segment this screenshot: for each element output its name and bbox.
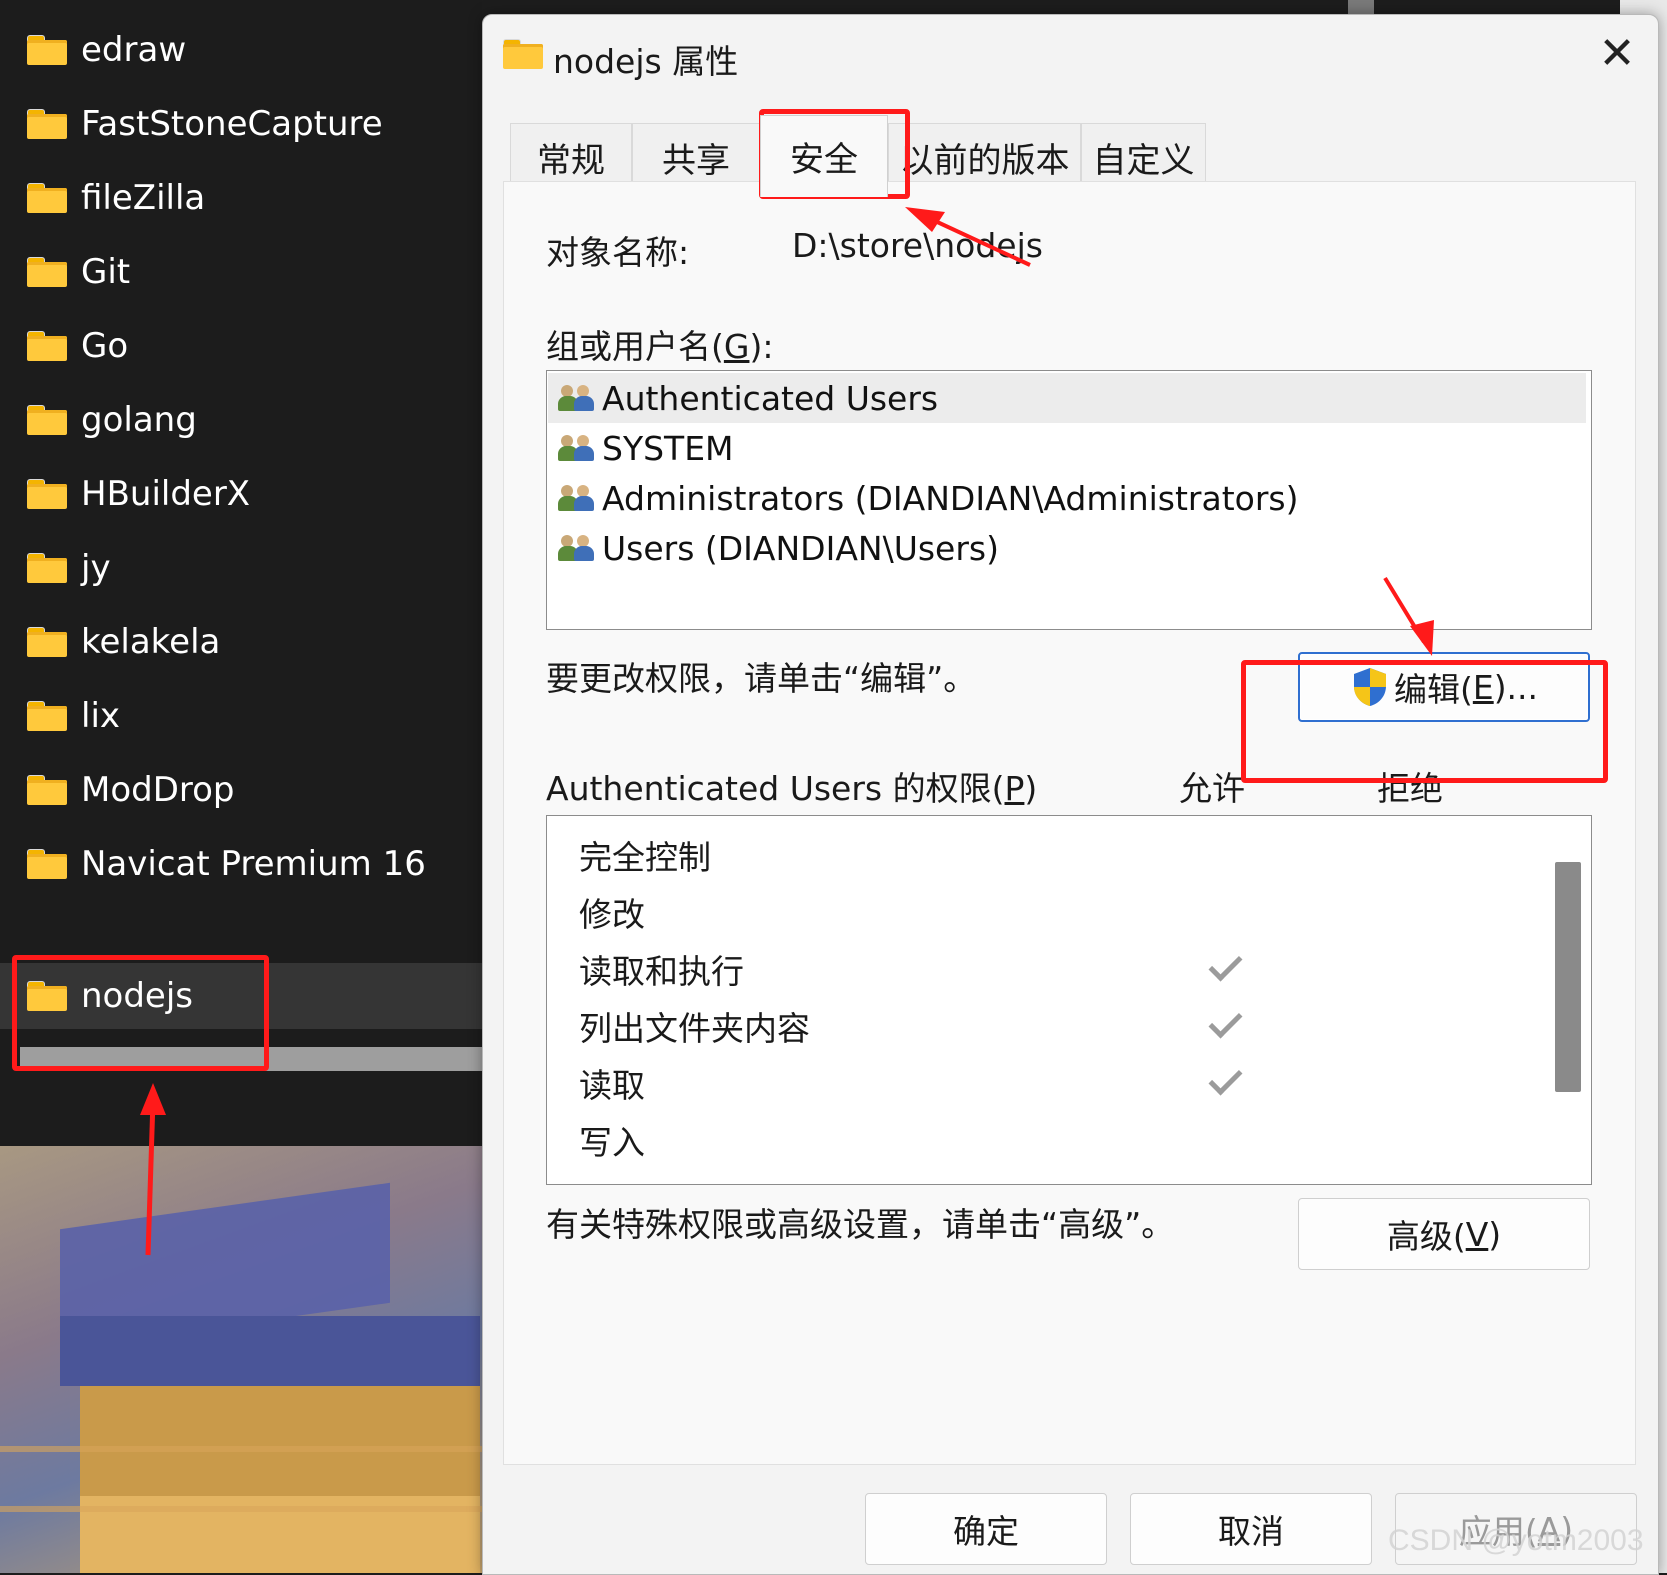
arrow-to-nodejs-folder xyxy=(145,1099,156,1256)
tab-label: 安全 xyxy=(790,140,858,180)
annotation-arrows xyxy=(140,207,1434,1256)
watermark: CSDN @yotm2003 xyxy=(1388,1524,1644,1557)
tab-security[interactable]: 安全 xyxy=(760,115,888,197)
